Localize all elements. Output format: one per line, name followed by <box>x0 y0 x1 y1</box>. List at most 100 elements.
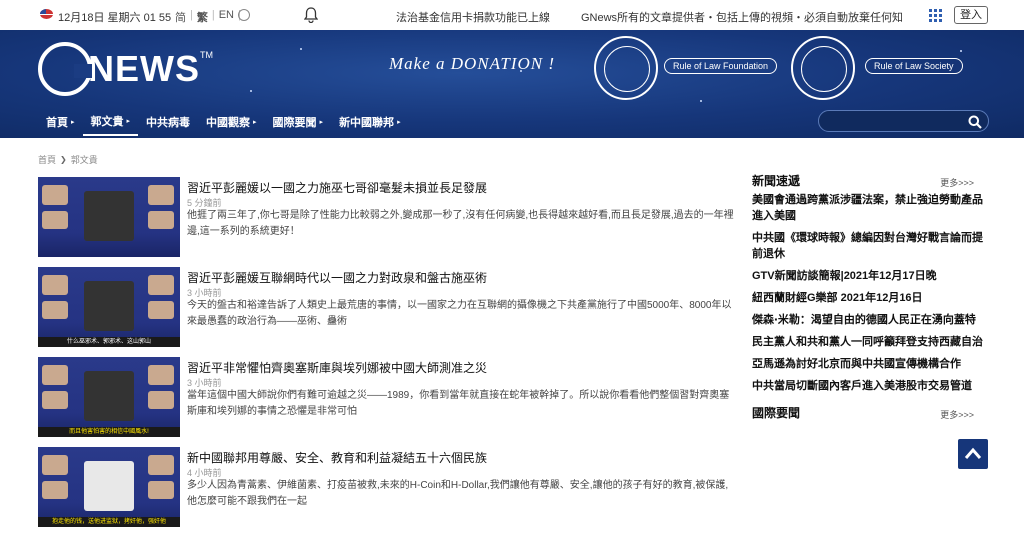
sidebar-news-item[interactable]: 中共國《環球時報》總編因對台灣好戰言論而提前退休 <box>752 230 990 262</box>
article-summary: 多少人因為青蒿素、伊維菌素、打疫苗被救,未來的H-Coin和H-Dollar,我… <box>187 480 729 507</box>
article-title[interactable]: 習近平彭麗媛互聯網時代以一國之力對政泉和盤古施巫術 <box>187 269 487 286</box>
thumbnail-caption: 而且他害怕害的相信中國風水! <box>38 427 180 437</box>
caret-right-icon: ▸ <box>253 119 257 126</box>
divider: | <box>211 9 215 21</box>
sidebar-news-item[interactable]: 美國會通過跨黨派涉疆法案，禁止強迫勞動產品進入美國 <box>752 192 990 224</box>
logo-wordmark: NEWS <box>88 48 200 89</box>
article-item[interactable]: 抱走他的钱，送他进监狱，拷奸他，强奸他 新中國聯邦用尊嚴、安全、教育和利益凝結五… <box>38 447 738 527</box>
nav-label: 中共病毒 <box>146 117 191 129</box>
rule-of-law-foundation-seal-icon[interactable] <box>594 36 658 100</box>
video-tile <box>42 275 68 295</box>
thumbnail-caption: 抱走他的钱，送他进监狱，拷奸他，强奸他 <box>38 517 180 527</box>
search-icon[interactable] <box>968 115 982 129</box>
date-time: 12月18日 星期六 01 55 <box>58 12 172 24</box>
globe-icon[interactable] <box>238 9 250 21</box>
sidebar-news-item[interactable]: 民主黨人和共和黨人一同呼籲拜登支持西藏自治 <box>752 334 990 350</box>
language-switcher: 简 | 繁 | EN | <box>175 9 241 25</box>
nav-ccp-virus[interactable]: 中共病毒 <box>138 110 198 136</box>
bell-icon[interactable] <box>304 7 318 23</box>
video-tile <box>148 391 174 409</box>
sidebar: 新聞速遞 更多>>> 美國會通過跨黨派涉疆法案，禁止強迫勞動產品進入美國 中共國… <box>752 172 990 424</box>
sidebar-news-item[interactable]: 中共當局切斷國內客戶進入美港股市交易管道 <box>752 378 990 394</box>
rule-of-law-society-seal-icon[interactable] <box>791 36 855 100</box>
sidebar-news-item[interactable]: 亞馬遜為討好北京而與中共國宣傳機構合作 <box>752 356 990 372</box>
video-tile <box>148 185 174 205</box>
top-bar: 12月18日 星期六 01 55 简 | 繁 | EN | 法治基金信用卡捐款功… <box>0 0 1024 30</box>
globe-logo-icon <box>38 42 92 96</box>
breadcrumb-home[interactable]: 首頁 <box>38 153 56 166</box>
sidebar-section-header: 新聞速遞 更多>>> <box>752 172 990 192</box>
video-tile <box>42 211 68 229</box>
login-button[interactable]: 登入 <box>954 6 988 24</box>
more-link[interactable]: 更多>>> <box>940 408 974 421</box>
ticker-link-1[interactable]: 法治基金信用卡捐款功能已上線 <box>396 9 550 25</box>
video-tile <box>42 301 68 319</box>
video-tile <box>148 481 174 499</box>
star-decoration <box>250 90 252 92</box>
divider: | <box>190 9 193 21</box>
back-to-top-button[interactable] <box>958 439 988 469</box>
more-link[interactable]: 更多>>> <box>940 176 974 189</box>
search-box <box>818 110 989 132</box>
article-item[interactable]: 什么巫邪术、郭邪术、这山郭山 習近平彭麗媛互聯網時代以一國之力對政泉和盤古施巫術… <box>38 267 738 347</box>
star-decoration <box>960 50 962 52</box>
article-thumbnail[interactable] <box>38 177 180 257</box>
chevron-right-icon: ❯ <box>60 155 67 164</box>
caret-right-icon: ▸ <box>126 118 131 125</box>
section-title: 新聞速遞 <box>752 174 801 188</box>
video-tile <box>148 301 174 319</box>
video-tile <box>148 365 174 385</box>
video-tile <box>42 391 68 409</box>
article-title[interactable]: 新中國聯邦用尊嚴、安全、教育和利益凝結五十六個民族 <box>187 449 487 466</box>
nav-label: 首頁 <box>46 117 68 129</box>
gnews-logo[interactable]: NEWS TM <box>38 42 213 96</box>
video-tile <box>42 481 68 499</box>
article-thumbnail[interactable]: 抱走他的钱，送他进监狱，拷奸他，强奸他 <box>38 447 180 527</box>
nav-home[interactable]: 首頁 ▸ <box>38 110 83 136</box>
article-summary: 他捱了兩三年了,你七哥是除了性能力比較弱之外,變成那一秒了,沒有任何病變,也長得… <box>187 210 734 237</box>
video-tile <box>148 275 174 295</box>
nav-label: 新中國聯邦 <box>339 117 395 129</box>
ticker-link-2[interactable]: GNews所有的文章提供者・包括上傳的視頻・必須自動放棄任何知 <box>581 9 903 25</box>
rule-of-law-society-link[interactable]: Rule of Law Society <box>865 58 963 74</box>
article-title[interactable]: 習近平非常懼怕齊奧塞斯庫與埃列娜被中國大師測准之災 <box>187 359 487 376</box>
caret-right-icon: ▸ <box>397 119 401 126</box>
nav-label: 中國觀察 <box>206 117 251 129</box>
sidebar-news-item[interactable]: 紐西蘭財經G樂部 2021年12月16日 <box>752 290 990 306</box>
video-tile <box>148 455 174 475</box>
video-tile <box>148 211 174 229</box>
video-tile <box>84 281 134 331</box>
nav-world-news[interactable]: 國際要聞 ▸ <box>265 110 332 136</box>
apps-grid-icon[interactable] <box>929 9 942 22</box>
nav-label: 國際要聞 <box>272 117 317 129</box>
video-tile <box>84 191 134 241</box>
video-tile <box>42 455 68 475</box>
video-tile <box>84 371 134 421</box>
article-thumbnail[interactable]: 而且他害怕害的相信中國風水! <box>38 357 180 437</box>
article-summary: 當年這個中國大師說你們有難可逾越之災——1989，你看到當年就直接在蛇年被幹掉了… <box>187 390 730 417</box>
nav-china-watch[interactable]: 中國觀察 ▸ <box>198 110 265 136</box>
donation-link[interactable]: Make a DONATION ! <box>389 54 555 74</box>
article-item[interactable]: 習近平彭麗媛以一國之力施巫七哥卻毫髮未損並長足發展 5 分鐘前 他捱了兩三年了,… <box>38 177 738 257</box>
article-thumbnail[interactable]: 什么巫邪术、郭邪术、这山郭山 <box>38 267 180 347</box>
sidebar-section-header: 國際要聞 更多>>> <box>752 404 990 424</box>
search-input[interactable] <box>829 114 969 129</box>
caret-right-icon: ▸ <box>319 119 324 126</box>
article-item[interactable]: 而且他害怕害的相信中國風水! 習近平非常懼怕齊奧塞斯庫與埃列娜被中國大師測准之災… <box>38 357 738 437</box>
nav-label: 郭文貴 <box>90 116 124 128</box>
sidebar-news-item[interactable]: GTV新聞訪談簡報|2021年12月17日晚 <box>752 268 990 284</box>
sidebar-news-item[interactable]: 傑森‧米勒：渴望自由的德國人民正在湧向蓋特 <box>752 312 990 328</box>
article-title[interactable]: 習近平彭麗媛以一國之力施巫七哥卻毫髮未損並長足發展 <box>187 179 487 196</box>
lang-simplified[interactable]: 简 <box>175 9 186 25</box>
trademark: TM <box>200 50 213 60</box>
us-flag-icon <box>40 9 53 19</box>
lang-traditional[interactable]: 繁 <box>197 9 208 25</box>
main-nav: 首頁 ▸ 郭文貴 ▸ 中共病毒 中國觀察 ▸ 國際要聞 ▸ 新中國聯邦 ▸ <box>38 110 409 136</box>
breadcrumb-current: 郭文貴 <box>70 155 98 165</box>
nav-new-federal-state[interactable]: 新中國聯邦 ▸ <box>331 110 409 136</box>
lang-english[interactable]: EN <box>219 9 234 25</box>
nav-guo-wengui[interactable]: 郭文貴 ▸ <box>82 110 139 136</box>
rule-of-law-foundation-link[interactable]: Rule of Law Foundation <box>664 58 778 74</box>
thumbnail-caption: 什么巫邪术、郭邪术、这山郭山 <box>38 337 180 347</box>
caret-right-icon: ▸ <box>71 119 75 126</box>
